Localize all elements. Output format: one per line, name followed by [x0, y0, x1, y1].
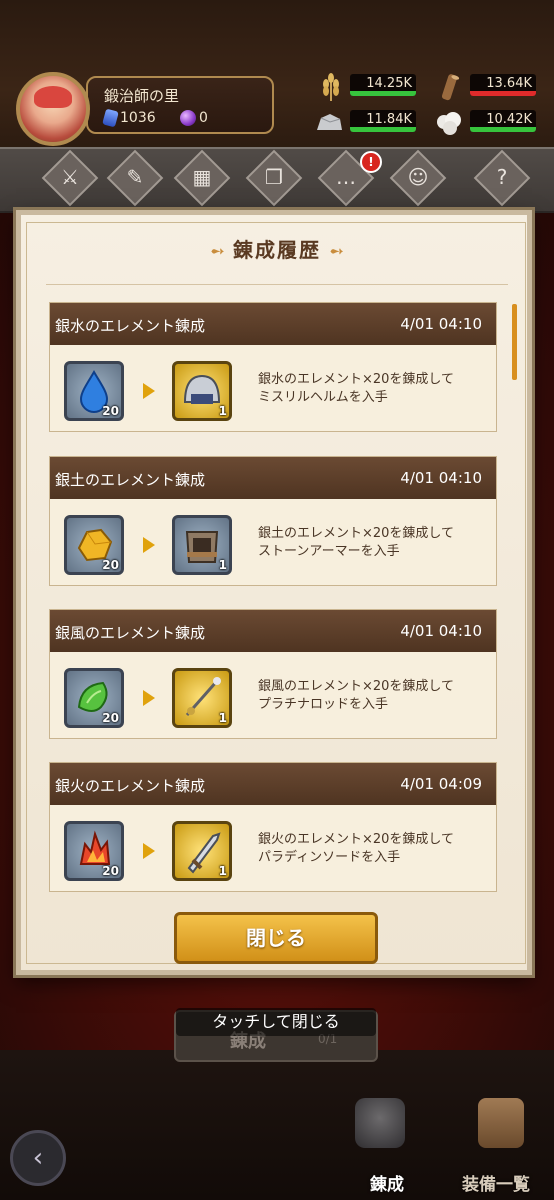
- entry-name: 銀火のエレメント錬成: [55, 777, 206, 795]
- description-line: プラチナロッドを入手: [258, 697, 389, 712]
- chevron-left-icon: ‹: [32, 1143, 44, 1173]
- arrow-icon: [143, 537, 155, 553]
- right-ornament-icon: ➻: [329, 241, 345, 262]
- help-icon: ?: [496, 165, 508, 189]
- wheat-icon: [323, 73, 339, 101]
- entry-time: 4/01 04:10: [400, 469, 482, 487]
- gem-count: 1036: [120, 110, 156, 126]
- dialog-title-row: ➻ 錬成履歴 ➻: [0, 234, 554, 263]
- history-entry: 銀土のエレメント錬成 4/01 04:10 20 1 銀土のエレメント×20を錬…: [49, 456, 497, 586]
- result-slot[interactable]: 1: [172, 361, 232, 421]
- wheat-amount: 14.25K: [350, 74, 416, 96]
- wood-icon: [441, 74, 460, 101]
- history-entry: 銀風のエレメント錬成 4/01 04:10 20 1 銀風のエレメント×20を錬…: [49, 609, 497, 739]
- entry-header: 銀火のエレメント錬成 4/01 04:09: [50, 763, 496, 805]
- orb-icon: [180, 110, 196, 126]
- description-line: パラディンソードを入手: [258, 850, 401, 865]
- cards-icon: ❐: [265, 165, 283, 189]
- dialog-title: 錬成履歴: [233, 238, 321, 262]
- chat-icon: …: [336, 165, 356, 189]
- cotton-amount: 10.42K: [470, 110, 536, 132]
- entry-header: 銀風のエレメント錬成 4/01 04:10: [50, 610, 496, 652]
- description-line: 銀風のエレメント×20を錬成して: [258, 679, 455, 694]
- cotton-icon: [437, 112, 461, 135]
- touch-to-close-toast[interactable]: タッチして閉じる: [176, 1008, 376, 1036]
- result-count: 1: [218, 404, 227, 418]
- material-count: 20: [102, 864, 119, 878]
- stone-icon: [317, 114, 342, 130]
- book-icon: ✎: [126, 165, 144, 189]
- avatar[interactable]: [16, 72, 90, 146]
- entry-name: 銀風のエレメント錬成: [55, 624, 206, 642]
- close-button[interactable]: 閉じる: [174, 912, 378, 964]
- title-divider: [46, 284, 508, 285]
- entry-description: 銀土のエレメント×20を錬成して ストーンアーマーを入手: [258, 525, 454, 561]
- stone-amount: 11.84K: [350, 110, 416, 132]
- arrow-icon: [143, 843, 155, 859]
- material-slot[interactable]: 20: [64, 821, 124, 881]
- material-count: 20: [102, 404, 119, 418]
- history-scrollbar[interactable]: [512, 304, 517, 380]
- entry-header: 銀土のエレメント錬成 4/01 04:10: [50, 457, 496, 499]
- history-entry: 銀火のエレメント錬成 4/01 04:09 20 1 銀火のエレメント×20を錬…: [49, 762, 497, 892]
- back-button[interactable]: ‹: [10, 1130, 66, 1186]
- village-name: 鍛治師の里: [104, 87, 180, 105]
- storage-icon: ▦: [192, 165, 212, 189]
- material-slot[interactable]: 20: [64, 361, 124, 421]
- orb-count: 0: [199, 110, 208, 126]
- entry-name: 銀土のエレメント錬成: [55, 471, 206, 489]
- tab-forge[interactable]: 錬成: [370, 1170, 404, 1195]
- tab-equipment-list[interactable]: 装備一覧: [462, 1170, 530, 1195]
- description-line: 銀火のエレメント×20を錬成して: [258, 832, 455, 847]
- entry-time: 4/01 04:09: [400, 775, 482, 793]
- entry-description: 銀火のエレメント×20を錬成して パラディンソードを入手: [258, 831, 454, 867]
- arrow-icon: [143, 383, 155, 399]
- notification-badge: !: [360, 151, 382, 173]
- entry-description: 銀水のエレメント×20を錬成して ミスリルヘルムを入手: [258, 371, 454, 407]
- material-slot[interactable]: 20: [64, 515, 124, 575]
- description-line: 銀土のエレメント×20を錬成して: [258, 526, 455, 541]
- result-slot[interactable]: 1: [172, 668, 232, 728]
- arrow-icon: [143, 690, 155, 706]
- entry-time: 4/01 04:10: [400, 315, 482, 333]
- entry-name: 銀水のエレメント錬成: [55, 317, 206, 335]
- bag-icon[interactable]: [478, 1098, 524, 1148]
- weapons-icon: ⚔: [61, 165, 79, 189]
- history-entry: 銀水のエレメント錬成 4/01 04:10 20 1 銀水のエレメント×20を錬…: [49, 302, 497, 432]
- result-slot[interactable]: 1: [172, 515, 232, 575]
- anvil-icon[interactable]: [355, 1098, 405, 1148]
- material-count: 20: [102, 558, 119, 572]
- left-ornament-icon: ➻: [209, 241, 225, 262]
- result-count: 1: [218, 864, 227, 878]
- entry-time: 4/01 04:10: [400, 622, 482, 640]
- description-line: 銀水のエレメント×20を錬成して: [258, 372, 455, 387]
- description-line: ストーンアーマーを入手: [258, 544, 400, 559]
- entry-header: 銀水のエレメント錬成 4/01 04:10: [50, 303, 496, 345]
- material-count: 20: [102, 711, 119, 725]
- result-count: 1: [218, 558, 227, 572]
- entry-description: 銀風のエレメント×20を錬成して プラチナロッドを入手: [258, 678, 454, 714]
- material-slot[interactable]: 20: [64, 668, 124, 728]
- wood-amount: 13.64K: [470, 74, 536, 96]
- result-slot[interactable]: 1: [172, 821, 232, 881]
- result-count: 1: [218, 711, 227, 725]
- friends-icon: ☺: [407, 165, 429, 189]
- description-line: ミスリルヘルムを入手: [258, 390, 388, 405]
